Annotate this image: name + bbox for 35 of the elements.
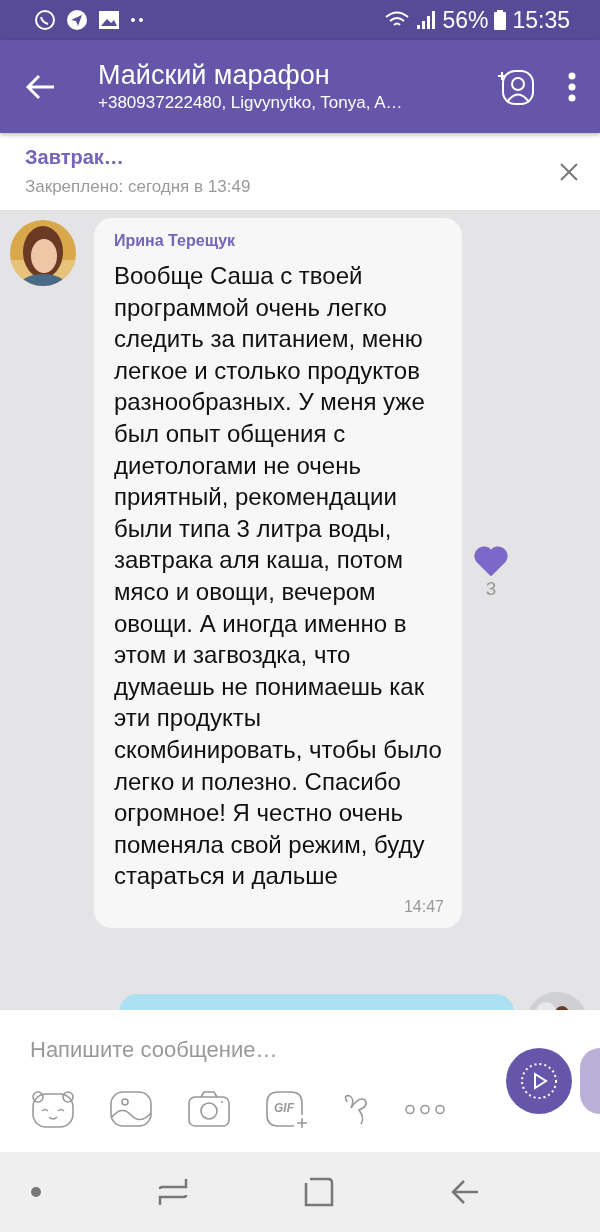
- image-icon: [98, 10, 120, 30]
- chat-bubble-icon: [34, 9, 56, 31]
- close-icon: [560, 162, 578, 181]
- chat-participants[interactable]: +380937222480, Ligvynytko, Tonya, A…: [98, 93, 486, 113]
- battery-icon: [494, 10, 507, 30]
- bear-face-icon: [30, 1089, 76, 1129]
- more-horizontal-icon: [404, 1103, 446, 1115]
- gif-frame-icon: [264, 1089, 310, 1129]
- heart-icon[interactable]: [474, 545, 508, 576]
- like-count: 3: [485, 577, 497, 600]
- gallery-button[interactable]: [108, 1089, 154, 1129]
- sticker-button[interactable]: [30, 1089, 76, 1129]
- battery-percent: 56%: [442, 6, 489, 34]
- home-icon[interactable]: [304, 1177, 334, 1207]
- recent-apps-icon[interactable]: [158, 1177, 188, 1207]
- play-icon: [519, 1061, 559, 1101]
- sender-name[interactable]: Ирина Терещук: [114, 232, 444, 250]
- camera-button[interactable]: [186, 1089, 232, 1129]
- back-arrow-icon: [26, 73, 56, 100]
- secondary-button[interactable]: [580, 1048, 600, 1114]
- clock: 15:35: [512, 6, 570, 34]
- dot-icon[interactable]: [30, 1186, 42, 1198]
- pinned-title: Завтрак…: [25, 146, 125, 169]
- dots-icon: [130, 17, 144, 23]
- image-icon: [108, 1089, 154, 1129]
- message-text: Вообще Саша с твоей программой очень легко следить за питанием, меню легкое и столько продуктов разнообразных. У меня уже был опыт общения с диетологами не очень приятный, рекомендации были типа 3 литра воды, завтрака аля каша, потом мясо и овощи, вечером овощи. А иногда именно в этом и загвоздка, что думаешь не понимаешь как эти продукты скомбинировать, чтобы было легко и полезно. Спасибо огромное! Я честно очень поменяла свой режим, буду стараться и дальше: [114, 261, 443, 892]
- signal-icon: [416, 10, 437, 30]
- pinned-timestamp: Закреплено: сегодня в 13:49: [25, 177, 252, 197]
- camera-icon: [186, 1089, 232, 1129]
- message-time: 14:47: [402, 897, 444, 916]
- gif-button[interactable]: GIF: [264, 1089, 310, 1129]
- chat-title[interactable]: Майский марафон: [98, 60, 486, 91]
- paper-plane-icon: [66, 9, 88, 31]
- more-button[interactable]: [404, 1103, 446, 1115]
- more-vertical-icon: [568, 71, 576, 102]
